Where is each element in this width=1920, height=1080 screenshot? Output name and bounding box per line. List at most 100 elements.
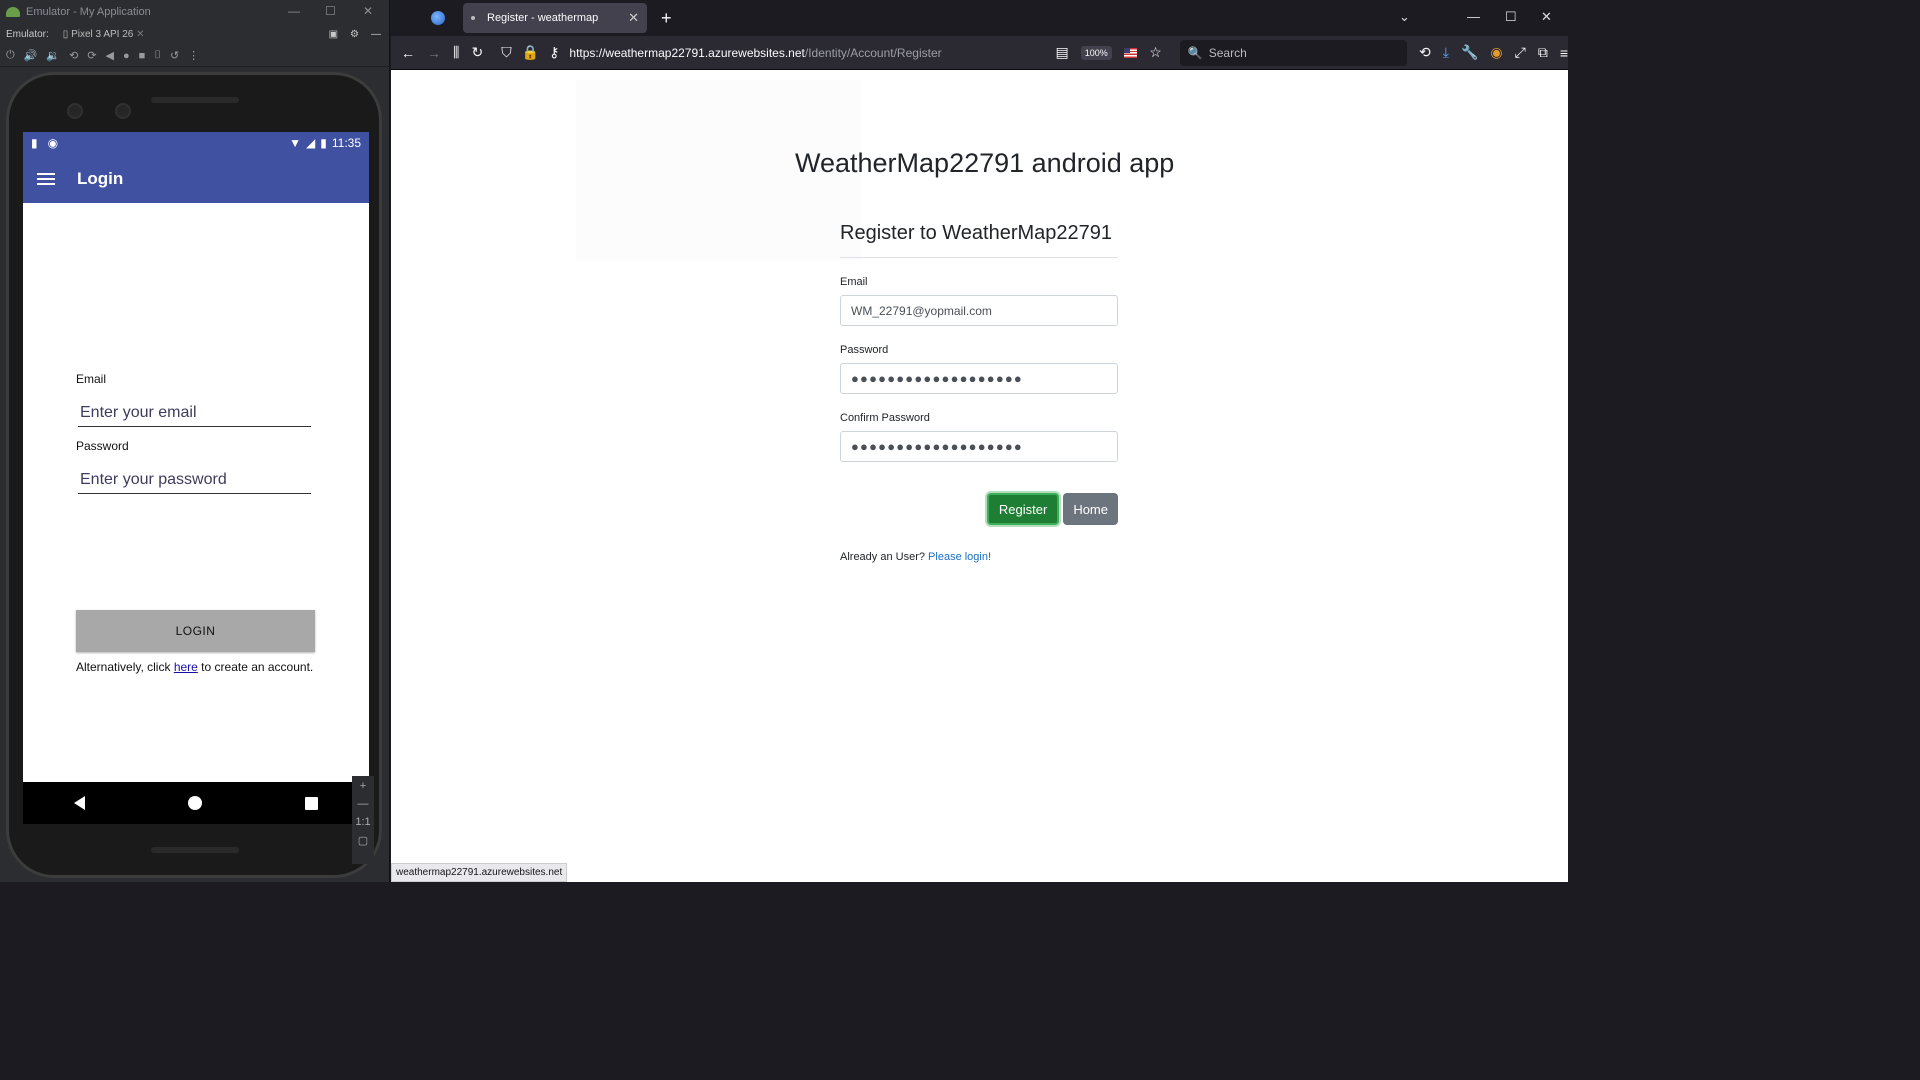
reload-icon[interactable]: ↻ bbox=[471, 44, 483, 61]
front-camera-icon bbox=[115, 103, 131, 119]
sync-icon[interactable]: ⟲ bbox=[1419, 44, 1431, 61]
tracking-shield-icon[interactable]: ⛉ bbox=[501, 44, 512, 61]
emulator-device-bar: Emulator: ▯ Pixel 3 API 26 ✕ ▣ ⚙ — bbox=[0, 23, 389, 45]
forward-arrow-icon[interactable]: → bbox=[427, 45, 441, 61]
list-tabs-icon[interactable]: ⌄ bbox=[1399, 9, 1410, 25]
signal-icon: ◢ bbox=[306, 136, 316, 150]
url-path: /Identity/Account/Register bbox=[804, 45, 942, 60]
minimize-icon[interactable]: — bbox=[1467, 9, 1480, 24]
browser-window: Register - weathermap ✕ + ⌄ — ☐ ✕ ← → ⫼ … bbox=[391, 0, 1568, 882]
more-icon[interactable]: ⋮ bbox=[188, 49, 199, 62]
app-title: Login bbox=[77, 168, 124, 188]
layout-icon[interactable]: ▣ bbox=[329, 29, 338, 40]
minimize-icon[interactable]: — bbox=[288, 4, 300, 18]
mobile-email-label: Email bbox=[76, 372, 107, 386]
url-host: https://weathermap22791.azurewebsites.ne… bbox=[569, 45, 805, 60]
url-bar[interactable]: ⛉ 🔒 ⚷ https://weathermap22791.azurewebsi… bbox=[495, 40, 1043, 66]
zoom-out-icon[interactable]: — bbox=[358, 798, 369, 810]
close-tab-icon[interactable]: ✕ bbox=[136, 29, 144, 40]
mobile-password-input[interactable] bbox=[78, 469, 311, 494]
lock-icon[interactable]: 🔒 bbox=[522, 44, 539, 61]
back-icon[interactable]: ◀ bbox=[106, 49, 114, 62]
key-icon[interactable]: ⚷ bbox=[549, 44, 559, 61]
alt-prefix: Alternatively, click bbox=[76, 660, 174, 674]
wifi-icon: ▼ bbox=[289, 136, 302, 150]
register-button[interactable]: Register bbox=[986, 493, 1060, 525]
fit-screen-icon[interactable]: ▢ bbox=[358, 834, 368, 847]
download-icon[interactable]: ⤓ bbox=[1443, 44, 1449, 61]
url-text[interactable]: https://weathermap22791.azurewebsites.ne… bbox=[569, 46, 941, 60]
extensions-puzzle-icon[interactable]: ⧉ bbox=[1538, 44, 1548, 61]
phone-frame: ▮ ◉ ▼ ◢ ▮ 11:35 Login Email Password LOG… bbox=[6, 72, 382, 878]
emulator-titlebar: Emulator - My Application — ☐ ✕ bbox=[0, 0, 389, 23]
battery-icon: ▮ bbox=[320, 136, 327, 150]
home-icon[interactable]: ● bbox=[123, 50, 130, 62]
us-flag-icon[interactable] bbox=[1123, 47, 1138, 58]
replay-icon[interactable]: ↺ bbox=[170, 49, 179, 62]
login-link[interactable]: Please login! bbox=[928, 551, 991, 563]
search-box[interactable]: 🔍 Search bbox=[1179, 39, 1408, 66]
reader-view-icon[interactable]: ▤ bbox=[1056, 44, 1069, 61]
confirm-password-field[interactable] bbox=[840, 431, 1118, 462]
android-status-bar: ▮ ◉ ▼ ◢ ▮ 11:35 bbox=[23, 132, 369, 154]
volume-down-icon[interactable]: 🔉 bbox=[46, 49, 60, 62]
android-nav-bar bbox=[23, 782, 369, 824]
zoom-in-icon[interactable]: + bbox=[360, 780, 366, 792]
new-tab-icon[interactable]: + bbox=[661, 8, 672, 29]
camera-icon[interactable]: ⌷ bbox=[154, 49, 161, 62]
settings-gear-icon[interactable]: ⚙ bbox=[350, 29, 359, 40]
email-field[interactable] bbox=[840, 295, 1118, 326]
emulator-zoom-controls: + — 1:1 ▢ bbox=[352, 776, 374, 864]
mobile-email-input[interactable] bbox=[78, 402, 311, 427]
emulator-window: Emulator - My Application — ☐ ✕ Emulator… bbox=[0, 0, 390, 882]
sync-icon: ◉ bbox=[47, 136, 59, 150]
overview-icon[interactable]: ■ bbox=[139, 50, 146, 62]
login-button[interactable]: LOGIN bbox=[76, 610, 315, 652]
fullscreen-icon[interactable]: ⤢ bbox=[1515, 44, 1526, 61]
device-tab[interactable]: ▯ Pixel 3 API 26 ✕ bbox=[59, 27, 149, 42]
volume-up-icon[interactable]: 🔊 bbox=[24, 49, 38, 62]
nav-back-icon[interactable] bbox=[74, 796, 86, 810]
search-icon: 🔍 bbox=[1187, 45, 1203, 60]
power-icon[interactable]: ⏻ bbox=[6, 49, 15, 62]
nav-recents-icon[interactable] bbox=[304, 796, 318, 810]
search-placeholder: Search bbox=[1208, 45, 1247, 60]
status-bar-url: weathermap22791.azurewebsites.net bbox=[391, 863, 568, 882]
maximize-icon[interactable]: ☐ bbox=[1505, 9, 1517, 25]
back-arrow-icon[interactable]: ← bbox=[401, 45, 415, 61]
browser-navbar: ← → ⫼ ↻ ⛉ 🔒 ⚷ https://weathermap22791.az… bbox=[391, 36, 1568, 70]
android-icon bbox=[6, 6, 20, 17]
already-user-text: Already an User? bbox=[840, 551, 929, 563]
browser-tab-active[interactable]: Register - weathermap ✕ bbox=[463, 3, 647, 33]
maximize-icon[interactable]: ☐ bbox=[325, 4, 336, 18]
login-prompt: Already an User? Please login! bbox=[840, 551, 1118, 563]
library-icon[interactable]: ⫼ bbox=[453, 44, 459, 61]
app-menu-icon[interactable]: ≡ bbox=[1560, 45, 1568, 61]
alt-suffix: to create an account. bbox=[197, 660, 314, 674]
close-window-icon[interactable]: ✕ bbox=[1541, 9, 1552, 25]
earpiece bbox=[151, 97, 239, 103]
nav-home-icon[interactable] bbox=[187, 796, 202, 810]
close-icon[interactable]: ✕ bbox=[363, 4, 373, 18]
page-title: WeatherMap22791 android app bbox=[795, 148, 1175, 178]
hide-panel-icon[interactable]: — bbox=[371, 29, 381, 40]
zoom-level[interactable]: 100% bbox=[1080, 45, 1112, 60]
home-button[interactable]: Home bbox=[1063, 493, 1118, 525]
browser-tab-strip: Register - weathermap ✕ + ⌄ — ☐ ✕ bbox=[391, 0, 1568, 36]
status-time: 11:35 bbox=[331, 136, 361, 150]
register-form: Register to WeatherMap22791 Email Passwo… bbox=[840, 222, 1118, 563]
zoom-ratio[interactable]: 1:1 bbox=[355, 816, 370, 828]
create-account-link[interactable]: here bbox=[174, 660, 198, 674]
close-tab-icon[interactable]: ✕ bbox=[628, 10, 639, 26]
mobile-password-label: Password bbox=[76, 439, 129, 453]
rotate-left-icon[interactable]: ⟲ bbox=[69, 49, 78, 62]
extension-icon[interactable]: ◉ bbox=[1490, 44, 1502, 61]
rotate-right-icon[interactable]: ⟳ bbox=[87, 49, 96, 62]
form-title: Register to WeatherMap22791 bbox=[840, 222, 1118, 258]
password-field[interactable] bbox=[840, 363, 1118, 394]
bookmark-star-icon[interactable]: ☆ bbox=[1149, 44, 1162, 61]
hamburger-menu-icon[interactable] bbox=[37, 172, 55, 185]
email-label: Email bbox=[840, 276, 868, 288]
sensor-icon bbox=[67, 103, 83, 119]
tools-wrench-icon[interactable]: 🔧 bbox=[1461, 44, 1478, 61]
